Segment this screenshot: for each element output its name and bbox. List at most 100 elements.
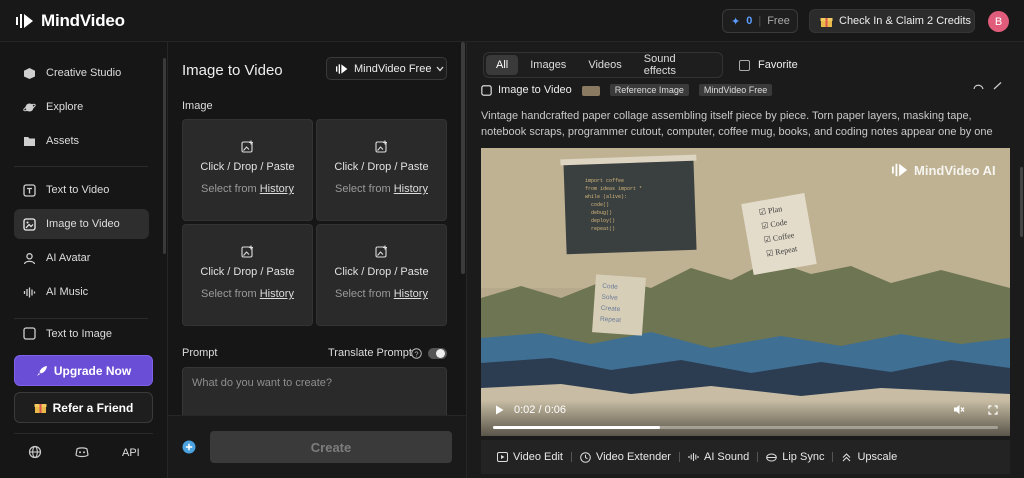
credits-plan: Free: [767, 15, 790, 27]
image-video-icon: [23, 217, 36, 231]
tab-images[interactable]: Images: [520, 55, 576, 75]
svg-text:Solve: Solve: [601, 294, 618, 302]
model-select[interactable]: MindVideo Free: [326, 57, 447, 80]
image-add-icon: [241, 140, 253, 153]
discord-icon[interactable]: [75, 445, 89, 459]
sidebar-divider: [14, 433, 153, 434]
favorite-label: Favorite: [758, 59, 798, 71]
dropzone-history: Select from History: [201, 183, 294, 195]
dropzone-label: Click / Drop / Paste: [200, 266, 295, 278]
favorite-filter[interactable]: Favorite: [739, 59, 798, 71]
translate-prompt-label: Translate Prompt: [328, 347, 412, 359]
history-link[interactable]: History: [260, 288, 294, 300]
image-dropzone[interactable]: Click / Drop / Paste Select from History: [316, 224, 447, 326]
play-icon[interactable]: [495, 405, 504, 415]
result-header: Image to Video Reference Image MindVideo…: [481, 82, 1011, 96]
sidebar-item-ai-music[interactable]: AI Music: [14, 277, 149, 307]
upgrade-button[interactable]: Upgrade Now: [14, 355, 153, 386]
credits-badge[interactable]: ✦ 0 | Free: [722, 9, 798, 33]
upscale-icon: [843, 453, 851, 462]
folder-icon: [24, 137, 35, 146]
sidebar-item-creative-studio[interactable]: Creative Studio: [14, 58, 149, 88]
history-link[interactable]: History: [394, 288, 428, 300]
svg-text:import coffee: import coffee: [585, 178, 624, 184]
image-dropzone[interactable]: Click / Drop / Paste Select from History: [182, 224, 313, 326]
sidebar-item-label: AI Avatar: [46, 252, 91, 264]
dropzone-history: Select from History: [335, 288, 428, 300]
logo-icon: [892, 163, 908, 177]
avatar[interactable]: B: [988, 11, 1009, 32]
top-bar: MindVideo ✦ 0 | Free Check In & Claim 2 …: [0, 0, 1024, 42]
image-section-label: Image: [182, 100, 213, 112]
dropzone-label: Click / Drop / Paste: [334, 266, 429, 278]
result-description: Vintage handcrafted paper collage assemb…: [481, 110, 993, 138]
tool-label: AI Sound: [703, 451, 750, 463]
gift-icon: [820, 17, 833, 27]
svg-text:debug(): debug(): [591, 210, 612, 216]
reference-image-chip[interactable]: Reference Image: [609, 84, 689, 96]
favorite-checkbox[interactable]: [739, 59, 750, 71]
filter-tabs: All Images Videos Sound effects: [483, 52, 723, 78]
text-image-icon: [23, 327, 36, 340]
sidebar-item-text-to-image[interactable]: Text to Image: [14, 327, 149, 340]
image-dropzone[interactable]: Click / Drop / Paste Select from History: [182, 119, 313, 221]
sidebar-item-assets[interactable]: Assets: [14, 126, 149, 156]
reference-thumbnail[interactable]: [581, 86, 600, 96]
results-scrollbar[interactable]: [1020, 167, 1023, 237]
panel-scrollbar[interactable]: [461, 42, 465, 274]
sidebar-item-text-to-video[interactable]: Text to Video: [14, 175, 149, 205]
help-icon[interactable]: ?: [411, 348, 422, 359]
gift-icon: [34, 404, 47, 413]
upscale-button[interactable]: Upscale: [833, 451, 905, 463]
checkin-button[interactable]: Check In & Claim 2 Credits: [809, 9, 975, 33]
fullscreen-icon[interactable]: [988, 405, 998, 415]
sidebar-item-ai-avatar[interactable]: AI Avatar: [14, 243, 149, 273]
api-link[interactable]: API: [122, 447, 140, 459]
video-extender-button[interactable]: Video Extender: [572, 451, 679, 463]
svg-text:from ideas import *: from ideas import *: [585, 186, 642, 192]
edit-icon[interactable]: [993, 82, 1004, 90]
tab-sound-effects[interactable]: Sound effects: [634, 53, 720, 77]
tab-videos[interactable]: Videos: [578, 55, 631, 75]
video-watermark: MindVideo AI: [891, 162, 996, 178]
tool-label: Lip Sync: [782, 451, 825, 463]
image-add-icon: [241, 245, 253, 258]
history-link[interactable]: History: [260, 183, 294, 195]
refresh-icon[interactable]: [973, 82, 984, 90]
sidebar-item-label: Explore: [46, 101, 84, 113]
video-progress-bar[interactable]: [493, 426, 998, 429]
sidebar-item-explore[interactable]: Explore: [14, 92, 149, 122]
planet-icon: [23, 103, 36, 111]
video-edit-button[interactable]: Video Edit: [489, 451, 571, 463]
add-circle-icon[interactable]: [182, 440, 196, 454]
create-button[interactable]: Create: [210, 431, 452, 463]
page-title: Image to Video: [182, 62, 283, 79]
image-dropzone[interactable]: Click / Drop / Paste Select from History: [316, 119, 447, 221]
rocket-icon: [36, 365, 47, 376]
tool-label: Video Extender: [595, 451, 671, 463]
logo[interactable]: MindVideo: [15, 11, 125, 31]
text-video-icon: [23, 183, 36, 197]
tab-all[interactable]: All: [486, 55, 519, 75]
prompt-input[interactable]: What do you want to create?: [182, 367, 447, 417]
collage-video-frame: import coffee from ideas import * while (…: [481, 148, 1010, 436]
image-add-icon: [375, 140, 387, 153]
mute-icon[interactable]: [953, 404, 965, 415]
svg-text:while (alive):: while (alive):: [585, 194, 627, 200]
sidebar-item-label: AI Music: [46, 286, 89, 298]
credits-separator: |: [758, 15, 762, 27]
globe-icon[interactable]: [28, 445, 42, 459]
lip-sync-button[interactable]: Lip Sync: [758, 451, 832, 463]
chevron-down-icon: [436, 66, 444, 71]
refer-label: Refer a Friend: [52, 400, 134, 415]
ai-sound-button[interactable]: AI Sound: [680, 451, 757, 463]
sidebar-item-image-to-video[interactable]: Image to Video: [14, 209, 149, 239]
refer-friend-button[interactable]: Refer a Friend: [14, 392, 153, 423]
history-link[interactable]: History: [394, 183, 428, 195]
video-player[interactable]: import coffee from ideas import * while (…: [481, 148, 1010, 436]
sidebar-scrollbar[interactable]: [163, 58, 166, 254]
translate-prompt-toggle[interactable]: [428, 348, 447, 359]
app-name: MindVideo: [41, 11, 125, 30]
sidebar-item-label: Creative Studio: [46, 67, 122, 79]
logo-icon: [16, 14, 33, 28]
